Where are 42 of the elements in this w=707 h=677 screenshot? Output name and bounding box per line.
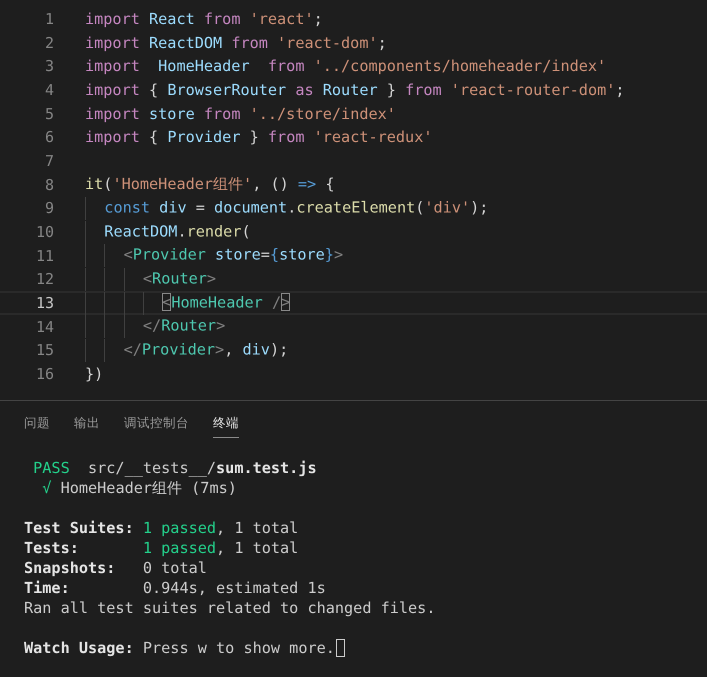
line-number: 12 — [34, 270, 54, 288]
code-line: import { BrowserRouter as Router } from 'react-router-dom'; — [85, 80, 625, 99]
code-line: </Provider>, div); — [85, 338, 288, 362]
line-number: 7 — [44, 152, 54, 170]
code-line: import store from '../store/index' — [85, 104, 396, 123]
code-line: ReactDOM.render( — [85, 220, 251, 244]
terminal-line: √ HomeHeader组件 (7ms) — [41, 478, 237, 498]
line-number: 13 — [34, 294, 54, 312]
terminal-line: Tests: 1 passed, 1 total — [24, 538, 298, 558]
line-number: 15 — [34, 341, 54, 360]
panel-tab[interactable]: 输出 — [74, 415, 100, 438]
line-number: 16 — [34, 365, 54, 384]
terminal-line: PASS src/__tests__/sum.test.js — [32, 458, 317, 478]
panel-tab[interactable]: 问题 — [24, 415, 50, 438]
code-line: import { Provider } from 'react-redux' — [85, 128, 432, 146]
line-number: 6 — [44, 128, 54, 146]
line-number: 14 — [34, 318, 54, 336]
line-number: 10 — [34, 223, 54, 242]
line-number: 3 — [44, 57, 54, 76]
panel-tab[interactable]: 终端 — [213, 415, 239, 438]
line-number: 11 — [34, 246, 54, 265]
terminal-line: Test Suites: 1 passed, 1 total — [24, 518, 298, 538]
code-line: import HomeHeader from '../components/homeheader/index' — [85, 57, 606, 76]
code-line: const div = document.createElement('div'); — [85, 196, 488, 220]
line-number: 5 — [44, 104, 54, 123]
code-line: <Provider store={store}> — [85, 244, 344, 268]
panel-tab[interactable]: 调试控制台 — [124, 415, 189, 438]
line-number: 9 — [44, 199, 54, 218]
line-number: 2 — [44, 34, 54, 52]
line-number: 1 — [44, 10, 54, 28]
code-line: it('HomeHeader组件', () => { — [85, 174, 334, 196]
terminal-line: Ran all test suites related to changed files. — [24, 598, 436, 618]
code-line: import ReactDOM from 'react-dom'; — [85, 34, 387, 52]
terminal-line: Snapshots: 0 total — [24, 558, 207, 578]
terminal-line: Time: 0.944s, estimated 1s — [24, 578, 326, 598]
code-line: }) — [85, 365, 104, 384]
code-line: <Router> — [85, 268, 216, 291]
code-line: import React from 'react'; — [85, 10, 323, 28]
line-number: 8 — [44, 176, 54, 194]
line-number: 4 — [44, 80, 54, 99]
code-line: </Router> — [85, 315, 226, 338]
terminal-line: Watch Usage: Press w to show more. — [24, 638, 335, 658]
